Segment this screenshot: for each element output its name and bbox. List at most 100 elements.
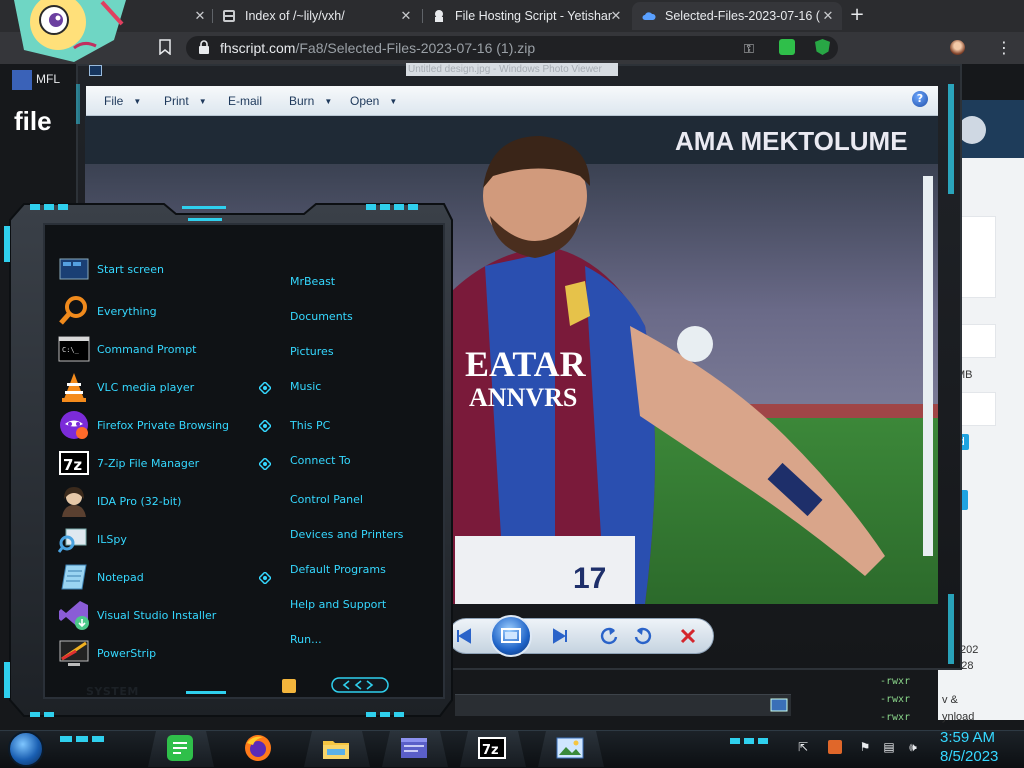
viewer-thumbnail-icon[interactable] (770, 698, 788, 712)
start-item-powerstrip[interactable]: PowerStrip (58, 637, 258, 669)
url-text[interactable]: fhscript.com/Fa8/Selected-Files-2023-07-… (220, 40, 535, 56)
submenu-arrow-icon[interactable] (259, 420, 271, 432)
delete-icon[interactable] (678, 626, 698, 646)
start-place-connect-to[interactable]: Connect To (290, 454, 351, 467)
start-nav-arrows-icon[interactable] (331, 677, 389, 693)
menu-label: File (104, 94, 124, 108)
tab-close-icon[interactable]: ✕ (608, 8, 624, 24)
start-item-visual-studio-installer[interactable]: Visual Studio Installer (58, 599, 258, 631)
tray-volume-icon[interactable]: 🕪 (906, 740, 920, 754)
tray-expand-icon[interactable]: ⇱ (796, 740, 810, 754)
vlc-cone-icon (62, 373, 86, 402)
row-text: v & (942, 694, 958, 706)
viewer-menu-bar (86, 86, 938, 116)
menu-open[interactable]: Open ▼ (350, 94, 397, 108)
rotate-ccw-icon[interactable] (598, 625, 620, 647)
menu-email[interactable]: E-mail (228, 94, 262, 108)
start-place-default-programs[interactable]: Default Programs (290, 563, 386, 576)
menu-label: Print (164, 94, 189, 108)
previous-icon[interactable] (454, 626, 474, 646)
next-icon[interactable] (550, 626, 570, 646)
tab-title: Index of /~lily/vxh/ (245, 9, 345, 23)
start-item-ida-pro[interactable]: IDA Pro (32-bit) (58, 485, 258, 517)
url-domain: fhscript.com (220, 40, 296, 56)
command-prompt-icon: C:\_ (58, 336, 90, 362)
photo-viewer-taskbar-icon[interactable] (555, 733, 585, 763)
viewer-system-icon[interactable] (89, 65, 102, 76)
viewer-title-bar: Untitled design.jpg - Windows Photo View… (406, 63, 618, 76)
start-item-label: 7-Zip File Manager (97, 456, 200, 470)
start-item-7zip[interactable]: 7z 7-Zip File Manager (58, 447, 258, 479)
start-place-control-panel[interactable]: Control Panel (290, 493, 363, 506)
power-icon[interactable] (282, 679, 296, 693)
tab-close-icon[interactable]: ✕ (820, 8, 836, 24)
slideshow-button[interactable] (490, 615, 532, 657)
tab-index-of-lily[interactable]: Index of /~lily/vxh/ ✕ (212, 2, 420, 30)
tab-separator (212, 9, 213, 23)
tab-separator (422, 9, 423, 23)
url-path: /Fa8/Selected-Files-2023-07-16 (1).zip (295, 40, 536, 56)
submenu-arrow-icon[interactable] (259, 458, 271, 470)
rotate-cw-icon[interactable] (632, 625, 654, 647)
bookmark-icon[interactable] (158, 39, 172, 55)
start-item-notepad[interactable]: Notepad (58, 561, 258, 593)
viewer-title: Untitled design.jpg (408, 64, 491, 75)
menu-label: Burn (289, 94, 315, 108)
start-item-everything[interactable]: Everything (58, 295, 258, 327)
start-place-help-support[interactable]: Help and Support (290, 598, 386, 611)
lock-icon[interactable] (197, 40, 211, 54)
listing-row: -rwxr (880, 694, 911, 705)
start-item-ilspy[interactable]: ILSpy (58, 523, 258, 555)
tab-close-icon[interactable]: ✕ (398, 8, 414, 24)
profile-avatar[interactable] (950, 40, 965, 55)
extension-green-icon[interactable] (779, 39, 795, 55)
start-place-music[interactable]: Music (290, 380, 321, 393)
submenu-arrow-icon[interactable] (259, 572, 271, 584)
clock-date[interactable]: 8/5/2023 (940, 748, 998, 765)
firefox-icon[interactable] (243, 733, 273, 763)
left-badge-label: MFL (36, 72, 60, 86)
tray-flag-icon[interactable]: ⚑ (858, 740, 872, 754)
notes-app-icon[interactable] (165, 733, 195, 763)
7zip-taskbar-icon[interactable]: 7z (477, 733, 507, 763)
start-item-label: IDA Pro (32-bit) (97, 494, 182, 508)
start-item-command-prompt[interactable]: C:\_ Command Prompt (58, 333, 258, 365)
yeti-favicon-icon (435, 10, 443, 22)
tray-network-icon[interactable]: ▤ (882, 740, 896, 754)
start-place-this-pc[interactable]: This PC (290, 419, 330, 432)
file-explorer-icon[interactable] (321, 733, 351, 763)
start-place-devices-printers[interactable]: Devices and Printers (290, 528, 403, 541)
browser-menu-icon[interactable]: ⋮ (996, 38, 1012, 57)
start-item-label: Start screen (97, 262, 164, 276)
tab-title: File Hosting Script - Yetishar (455, 9, 613, 23)
menu-file[interactable]: File ▼ (104, 94, 141, 108)
start-item-firefox-private[interactable]: Firefox Private Browsing (58, 409, 258, 441)
key-icon[interactable]: ⚿ (744, 42, 754, 57)
ida-pro-icon (62, 487, 86, 517)
download-text[interactable]: ynload (942, 711, 974, 723)
submenu-arrow-icon[interactable] (259, 382, 271, 394)
start-orb-button[interactable] (8, 731, 44, 767)
clock-time[interactable]: 3:59 AM (940, 729, 995, 746)
dropdown-arrow-icon: ▼ (324, 97, 333, 107)
tab-partial[interactable]: ✕ (128, 2, 212, 30)
start-place-run[interactable]: Run... (290, 633, 322, 646)
svg-text:C:\_: C:\_ (62, 346, 80, 354)
viewer-controls (448, 618, 714, 654)
start-item-start-screen[interactable]: Start screen (58, 253, 258, 285)
start-item-vlc[interactable]: VLC media player (58, 371, 258, 403)
start-item-label: Notepad (97, 570, 144, 584)
menu-print[interactable]: Print ▼ (164, 94, 207, 108)
start-place-pictures[interactable]: Pictures (290, 345, 334, 358)
start-place-mrbeast[interactable]: MrBeast (290, 275, 335, 288)
tray-app-icon[interactable] (828, 740, 842, 754)
new-tab-button[interactable]: + (848, 6, 866, 24)
help-icon[interactable]: ? (912, 91, 928, 107)
tab-selected-files[interactable]: Selected-Files-2023-07-16 ( ✕ (632, 2, 842, 30)
tab-close-icon[interactable]: ✕ (192, 8, 208, 24)
application-window-icon[interactable] (399, 733, 429, 763)
tab-file-hosting-script[interactable]: File Hosting Script - Yetishar ✕ (422, 2, 630, 30)
menu-burn[interactable]: Burn ▼ (289, 94, 332, 108)
viewer-title-suffix: - Windows Photo Viewer (490, 64, 602, 75)
start-place-documents[interactable]: Documents (290, 310, 353, 323)
